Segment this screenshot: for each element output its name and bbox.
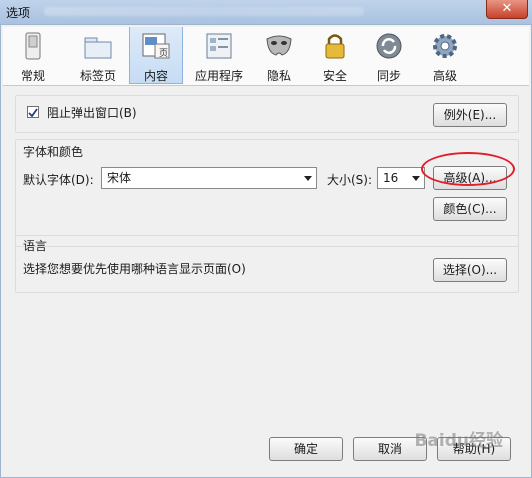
tab-sync[interactable]: 同步 [365, 27, 413, 83]
block-popups-label: 阻止弹出窗口(B) [47, 106, 137, 120]
svg-text:页: 页 [159, 48, 168, 59]
fonts-group-title: 字体和颜色 [23, 145, 84, 159]
tab-applications[interactable]: 应用程序 [187, 27, 251, 83]
tab-advanced[interactable]: 高级 [421, 27, 469, 83]
mask-icon [266, 35, 292, 56]
colors-button[interactable]: 颜色(C)... [433, 197, 507, 221]
chevron-down-icon [412, 176, 420, 181]
gear-icon [433, 34, 457, 58]
tab-label: 同步 [376, 69, 401, 83]
tab-security[interactable]: 安全 [311, 27, 359, 83]
font-size-select[interactable]: 16 [377, 167, 425, 189]
exceptions-button[interactable]: 例外(E)... [433, 103, 507, 127]
default-font-value: 宋体 [107, 171, 132, 185]
default-font-select[interactable]: 宋体 [101, 167, 317, 189]
folder-tabs-icon [84, 37, 112, 59]
tab-privacy[interactable]: 隐私 [255, 27, 303, 83]
tab-tabs[interactable]: 标签页 [71, 27, 125, 83]
language-description: 选择您想要优先使用哪种语言显示页面(O) [23, 262, 246, 276]
font-size-value: 16 [383, 171, 399, 185]
tab-label: 应用程序 [194, 69, 243, 83]
tab-label: 常规 [20, 69, 45, 83]
block-popups-checkbox[interactable] [27, 106, 39, 118]
tab-general[interactable]: 常规 [9, 27, 57, 83]
tab-label: 安全 [322, 69, 347, 83]
checkmark-icon [28, 108, 38, 118]
choose-language-button[interactable]: 选择(O)... [433, 258, 507, 282]
sync-icon [376, 33, 402, 59]
category-toolbar: 常规 标签页 页 内容 应用程序 隐私 安全 同步 高级 [3, 27, 529, 86]
watermark: Baidu经验 [414, 431, 503, 451]
content-page-icon: 页 [142, 33, 170, 59]
lock-icon [325, 34, 345, 59]
blurred-title-area [44, 7, 364, 16]
window-title: 选项 [6, 6, 31, 20]
language-group-title: 语言 [23, 239, 48, 253]
tab-content[interactable]: 页 内容 [129, 27, 183, 84]
close-button[interactable]: ✕ [486, 0, 528, 19]
size-label: 大小(S): [327, 173, 373, 187]
tab-label: 标签页 [79, 69, 116, 83]
default-font-label: 默认字体(D): [23, 173, 94, 187]
chevron-down-icon [304, 176, 312, 181]
switch-icon [25, 32, 41, 60]
tab-label: 高级 [432, 69, 457, 83]
highlight-annotation [421, 152, 515, 186]
title-bar: 选项 ✕ [0, 0, 532, 25]
ok-button[interactable]: 确定 [269, 437, 343, 461]
applications-icon [206, 33, 232, 59]
options-dialog: 常规 标签页 页 内容 应用程序 隐私 安全 同步 高级 阻止弹出窗口(B) 例… [0, 24, 532, 478]
tab-label: 隐私 [266, 69, 291, 83]
tab-label: 内容 [143, 69, 168, 83]
